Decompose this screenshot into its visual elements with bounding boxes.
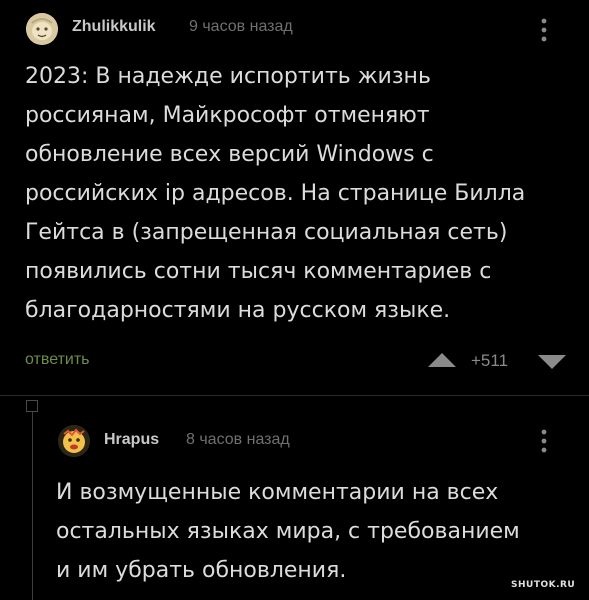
triangle-up-icon xyxy=(428,353,456,367)
triangle-down-icon xyxy=(538,355,566,369)
vote-down-button[interactable] xyxy=(537,354,567,370)
watermark: SHUTOK.RU xyxy=(511,580,576,590)
reply-author[interactable]: Hrapus xyxy=(104,431,159,449)
avatar[interactable] xyxy=(58,425,90,457)
collapse-thread-icon[interactable] xyxy=(26,400,38,412)
avatar-icon xyxy=(58,425,90,457)
more-vertical-icon[interactable] xyxy=(540,17,548,43)
avatar[interactable] xyxy=(26,13,58,45)
divider xyxy=(0,395,589,396)
reply-text: И возмущенные комментарии на всех осталь… xyxy=(56,480,520,583)
comment-timestamp[interactable]: 9 часов назад xyxy=(189,18,293,36)
comment-author[interactable]: Zhulikkulik xyxy=(72,18,156,36)
reply-link[interactable]: ответить xyxy=(25,351,90,369)
comment-main: Zhulikkulik 9 часов назад 2023: В надежд… xyxy=(0,0,589,395)
comment-text: 2023: В надежде испортить жизнь россияна… xyxy=(25,64,526,323)
reply-timestamp[interactable]: 8 часов назад xyxy=(186,431,290,449)
vote-up-button[interactable] xyxy=(427,352,457,368)
rating-count: +511 xyxy=(471,351,509,370)
avatar-icon xyxy=(26,13,58,45)
more-vertical-icon[interactable] xyxy=(540,428,548,454)
thread-line[interactable] xyxy=(32,406,33,600)
